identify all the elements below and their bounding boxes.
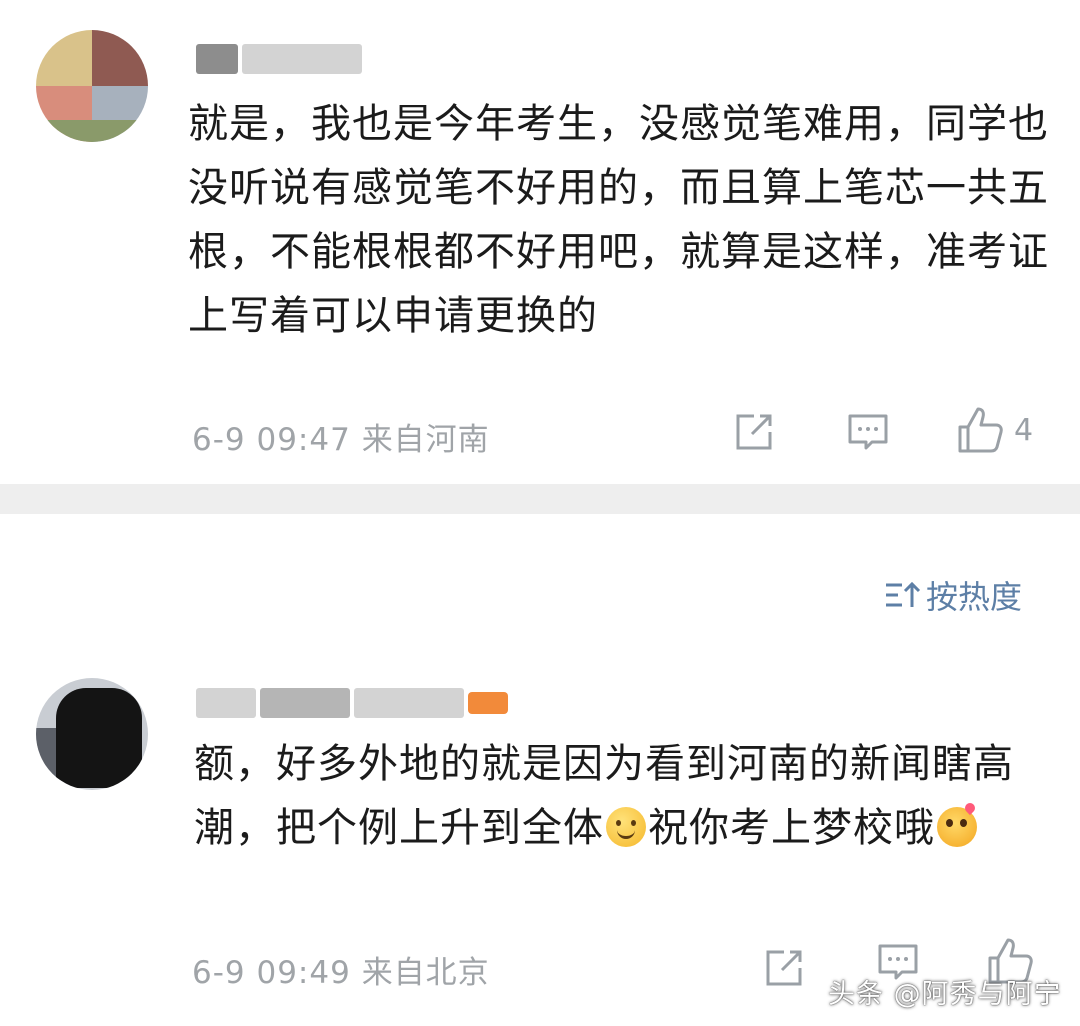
avatar[interactable] bbox=[36, 678, 148, 790]
comment-meta: 6-9 09:47 来自河南 bbox=[192, 414, 490, 459]
redaction-block bbox=[260, 688, 350, 718]
redaction-block bbox=[196, 688, 256, 718]
share-icon bbox=[766, 950, 802, 986]
comments-page: 就是，我也是今年考生，没感觉笔难用，同学也没听说有感觉笔不好用的，而且算上笔芯一… bbox=[0, 0, 1080, 1026]
avatar-tile bbox=[92, 30, 148, 86]
watermark: 头条 @阿秀与阿宁 bbox=[828, 979, 1062, 1010]
thumbs-up-icon bbox=[958, 407, 1003, 453]
redaction-block bbox=[196, 44, 238, 74]
share-button[interactable] bbox=[762, 946, 806, 990]
love-emoji-icon bbox=[937, 807, 977, 847]
share-icon bbox=[736, 414, 772, 450]
avatar[interactable] bbox=[36, 30, 148, 142]
comment-item: 额，好多外地的就是因为看到河南的新闻瞎高潮，把个例上升到全体 祝你考上梦校哦 6-… bbox=[0, 640, 1080, 1026]
like-count: 4 bbox=[1014, 412, 1034, 448]
user-badge bbox=[468, 692, 508, 714]
redaction-block bbox=[242, 44, 362, 74]
comment-icon bbox=[848, 414, 888, 450]
smile-emoji-icon bbox=[606, 807, 646, 847]
comment-text-part: 祝你考上梦校哦 bbox=[648, 805, 935, 851]
username-redacted[interactable] bbox=[196, 688, 508, 718]
reply-button[interactable] bbox=[846, 410, 890, 454]
sort-label: 按热度 bbox=[926, 578, 1023, 616]
comment-time: 6-9 09:49 bbox=[192, 955, 351, 991]
sort-icon bbox=[886, 581, 921, 607]
avatar-ground bbox=[36, 120, 148, 142]
avatar-tile bbox=[36, 30, 92, 86]
section-divider bbox=[0, 484, 1080, 514]
comment-text: 就是，我也是今年考生，没感觉笔难用，同学也没听说有感觉笔不好用的，而且算上笔芯一… bbox=[188, 101, 1049, 339]
share-button[interactable] bbox=[732, 410, 776, 454]
comment-text: 额，好多外地的就是因为看到河南的新闻瞎高潮，把个例上升到全体 祝你考上梦校哦 bbox=[194, 732, 1024, 860]
comment-item: 就是，我也是今年考生，没感觉笔难用，同学也没听说有感觉笔不好用的，而且算上笔芯一… bbox=[0, 0, 1080, 484]
sort-by-hot-button[interactable]: 按热度 bbox=[884, 572, 1022, 618]
comment-location: 来自河南 bbox=[361, 422, 490, 458]
comment-time: 6-9 09:47 bbox=[192, 422, 351, 458]
username-redacted[interactable] bbox=[196, 44, 362, 74]
like-button[interactable]: 4 bbox=[956, 405, 1033, 455]
redaction-block bbox=[354, 688, 464, 718]
comment-location: 来自北京 bbox=[361, 955, 490, 991]
comment-meta: 6-9 09:49 来自北京 bbox=[192, 947, 490, 992]
avatar-figure bbox=[56, 688, 142, 788]
